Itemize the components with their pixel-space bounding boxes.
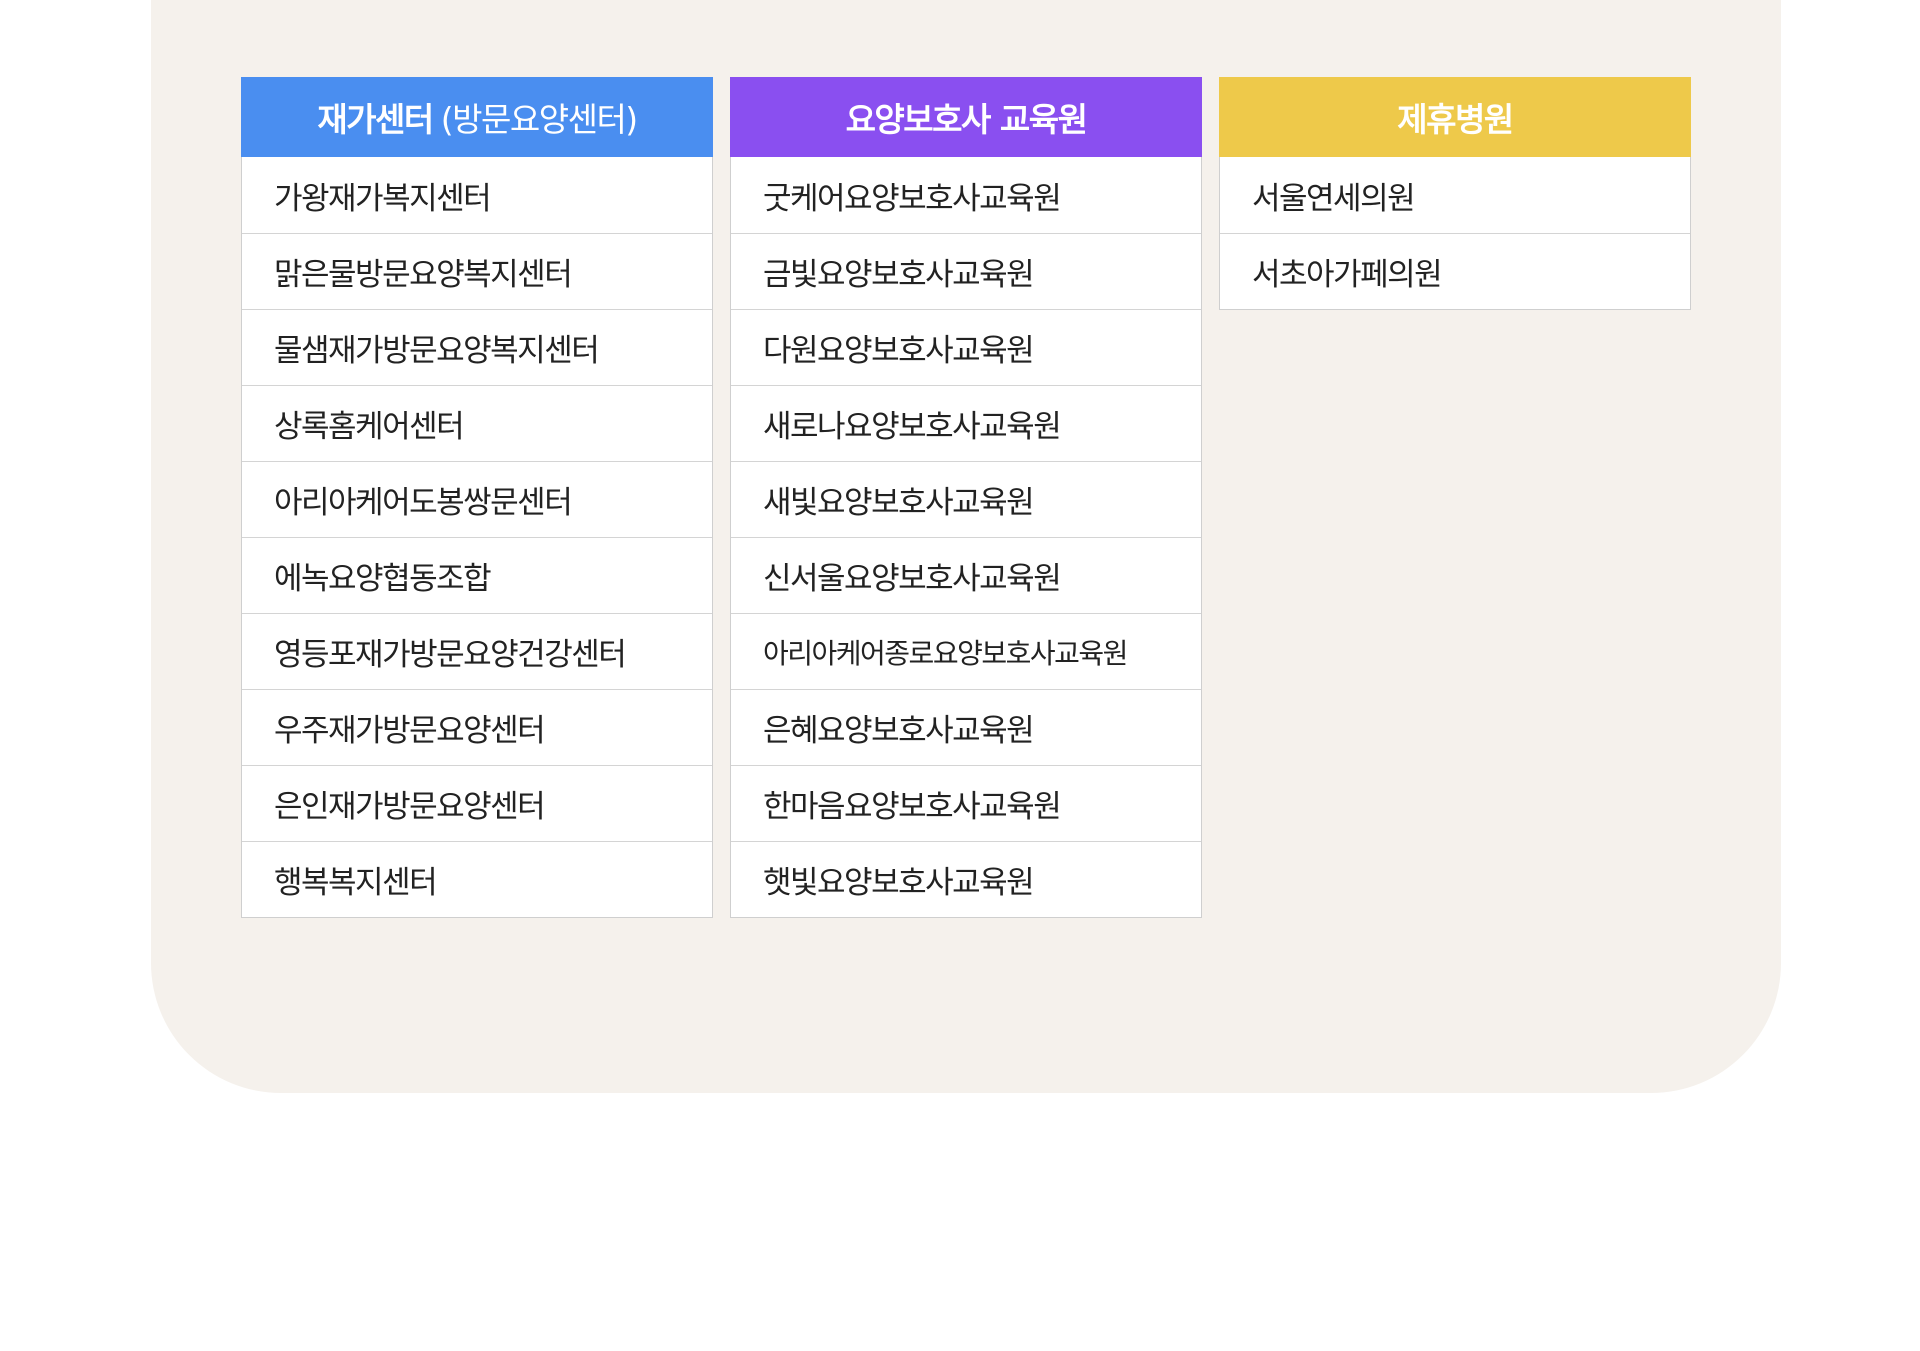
list-item[interactable]: 행복복지센터 [242,841,712,917]
home-care-list: 가왕재가복지센터 맑은물방문요양복지센터 물샘재가방문요양복지센터 상록홈케어센… [241,157,713,918]
list-item[interactable]: 가왕재가복지센터 [242,157,712,233]
list-item[interactable]: 한마음요양보호사교육원 [731,765,1201,841]
partner-columns: 재가센터 (방문요양센터) 가왕재가복지센터 맑은물방문요양복지센터 물샘재가방… [241,77,1691,918]
column-header-academy: 요양보호사 교육원 [730,77,1202,157]
list-item[interactable]: 상록홈케어센터 [242,385,712,461]
list-item[interactable]: 새로나요양보호사교육원 [731,385,1201,461]
academy-list: 굿케어요양보호사교육원 금빛요양보호사교육원 다원요양보호사교육원 새로나요양보… [730,157,1202,918]
list-item[interactable]: 맑은물방문요양복지센터 [242,233,712,309]
list-item[interactable]: 아리아케어도봉쌍문센터 [242,461,712,537]
column-title: 요양보호사 교육원 [845,100,1088,139]
list-item[interactable]: 굿케어요양보호사교육원 [731,157,1201,233]
column-caregiver-academies: 요양보호사 교육원 굿케어요양보호사교육원 금빛요양보호사교육원 다원요양보호사… [730,77,1202,918]
list-item[interactable]: 금빛요양보호사교육원 [731,233,1201,309]
list-item[interactable]: 아리아케어종로요양보호사교육원 [731,613,1201,689]
column-title: 재가센터 [317,100,434,139]
column-partner-hospitals: 제휴병원 서울연세의원 서초아가페의원 [1219,77,1691,918]
list-item[interactable]: 영등포재가방문요양건강센터 [242,613,712,689]
column-home-care-centers: 재가센터 (방문요양센터) 가왕재가복지센터 맑은물방문요양복지센터 물샘재가방… [241,77,713,918]
column-header-hospital: 제휴병원 [1219,77,1691,157]
list-item[interactable]: 새빛요양보호사교육원 [731,461,1201,537]
column-subtitle: (방문요양센터) [440,100,638,139]
column-title: 제휴병원 [1397,100,1514,139]
list-item[interactable]: 은혜요양보호사교육원 [731,689,1201,765]
list-item[interactable]: 에녹요양협동조합 [242,537,712,613]
list-item[interactable]: 신서울요양보호사교육원 [731,537,1201,613]
list-item[interactable]: 서울연세의원 [1220,157,1690,233]
list-item[interactable]: 은인재가방문요양센터 [242,765,712,841]
column-header-home-care: 재가센터 (방문요양센터) [241,77,713,157]
list-item[interactable]: 서초아가페의원 [1220,233,1690,309]
list-item[interactable]: 물샘재가방문요양복지센터 [242,309,712,385]
list-item[interactable]: 햇빛요양보호사교육원 [731,841,1201,917]
list-item[interactable]: 다원요양보호사교육원 [731,309,1201,385]
list-item[interactable]: 우주재가방문요양센터 [242,689,712,765]
hospital-list: 서울연세의원 서초아가페의원 [1219,157,1691,310]
